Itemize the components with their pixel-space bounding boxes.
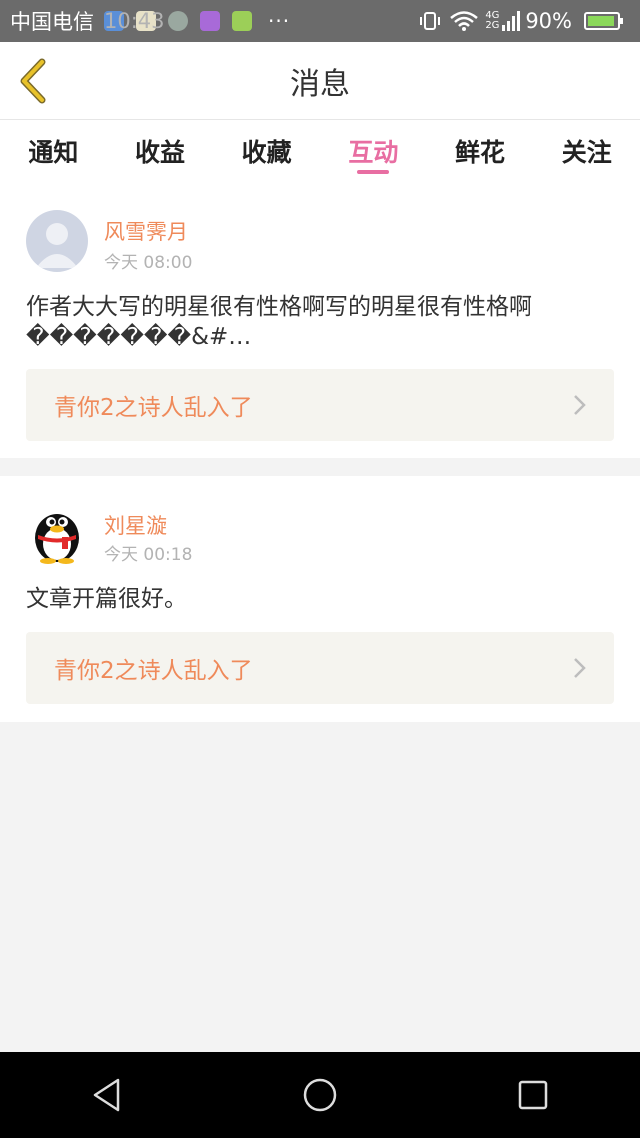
user-name[interactable]: 刘星漩 xyxy=(104,510,167,540)
message-time: 今天 08:00 xyxy=(104,253,193,273)
message-content: 文章开篇很好。 xyxy=(26,586,187,612)
back-button[interactable] xyxy=(14,56,58,106)
carrier-label: 中国电信 xyxy=(10,10,94,34)
penguin-avatar-icon xyxy=(35,514,79,564)
circle-home-icon xyxy=(303,1078,337,1112)
triangle-back-icon xyxy=(93,1078,119,1112)
avatar[interactable] xyxy=(26,502,88,564)
message-content: 作者大大写的明星很有性格啊写的明星很有性格啊�������&#… xyxy=(26,294,532,350)
tab-earnings[interactable]: 收益 xyxy=(107,120,214,182)
tab-interactions[interactable]: 互动 xyxy=(320,120,427,182)
back-arrow-icon xyxy=(20,58,46,104)
network-type-label: 4G 2G xyxy=(485,10,500,31)
signal-icon xyxy=(502,11,521,31)
header: 消息 xyxy=(0,42,640,120)
tab-bar: 通知 收益 收藏 互动 鲜花 关注 xyxy=(0,120,640,182)
nav-home-button[interactable] xyxy=(298,1073,342,1117)
system-nav-bar xyxy=(0,1052,640,1138)
battery-percent: 90% xyxy=(525,9,572,33)
chevron-right-icon xyxy=(574,658,586,678)
avatar[interactable] xyxy=(26,210,88,272)
more-notifications-icon: ··· xyxy=(268,9,291,33)
tab-favorites[interactable]: 收藏 xyxy=(213,120,320,182)
nav-recents-button[interactable] xyxy=(511,1073,555,1117)
page-title: 消息 xyxy=(290,66,350,102)
tab-notifications[interactable]: 通知 xyxy=(0,120,107,182)
message-card: 风雪霁月 今天 08:00 作者大大写的明星很有性格啊写的明星很有性格啊����… xyxy=(0,182,640,458)
tab-following[interactable]: 关注 xyxy=(533,120,640,182)
game-app-icon xyxy=(168,11,188,31)
status-bar: 中国电信 ··· 4G 2G 90% 10:43 xyxy=(0,0,640,42)
gallery-app-icon xyxy=(200,11,220,31)
article-link[interactable]: 青你2之诗人乱入了 xyxy=(26,632,614,704)
message-time: 今天 00:18 xyxy=(104,545,193,565)
vibrate-icon xyxy=(420,12,441,30)
chevron-right-icon xyxy=(574,395,586,415)
article-link[interactable]: 青你2之诗人乱入了 xyxy=(26,369,614,441)
user-name[interactable]: 风雪霁月 xyxy=(104,216,188,246)
battery-icon xyxy=(584,12,623,30)
wifi-icon xyxy=(450,11,479,31)
square-recents-icon xyxy=(519,1080,548,1110)
article-title: 青你2之诗人乱入了 xyxy=(54,395,253,421)
default-avatar-icon xyxy=(26,210,88,272)
tab-flowers[interactable]: 鲜花 xyxy=(427,120,534,182)
article-title: 青你2之诗人乱入了 xyxy=(54,658,253,684)
nav-back-button[interactable] xyxy=(85,1073,129,1117)
message-card: 刘星漩 今天 00:18 文章开篇很好。 青你2之诗人乱入了 xyxy=(0,476,640,722)
clock: 10:43 xyxy=(104,9,165,33)
medal-app-icon xyxy=(232,11,252,31)
